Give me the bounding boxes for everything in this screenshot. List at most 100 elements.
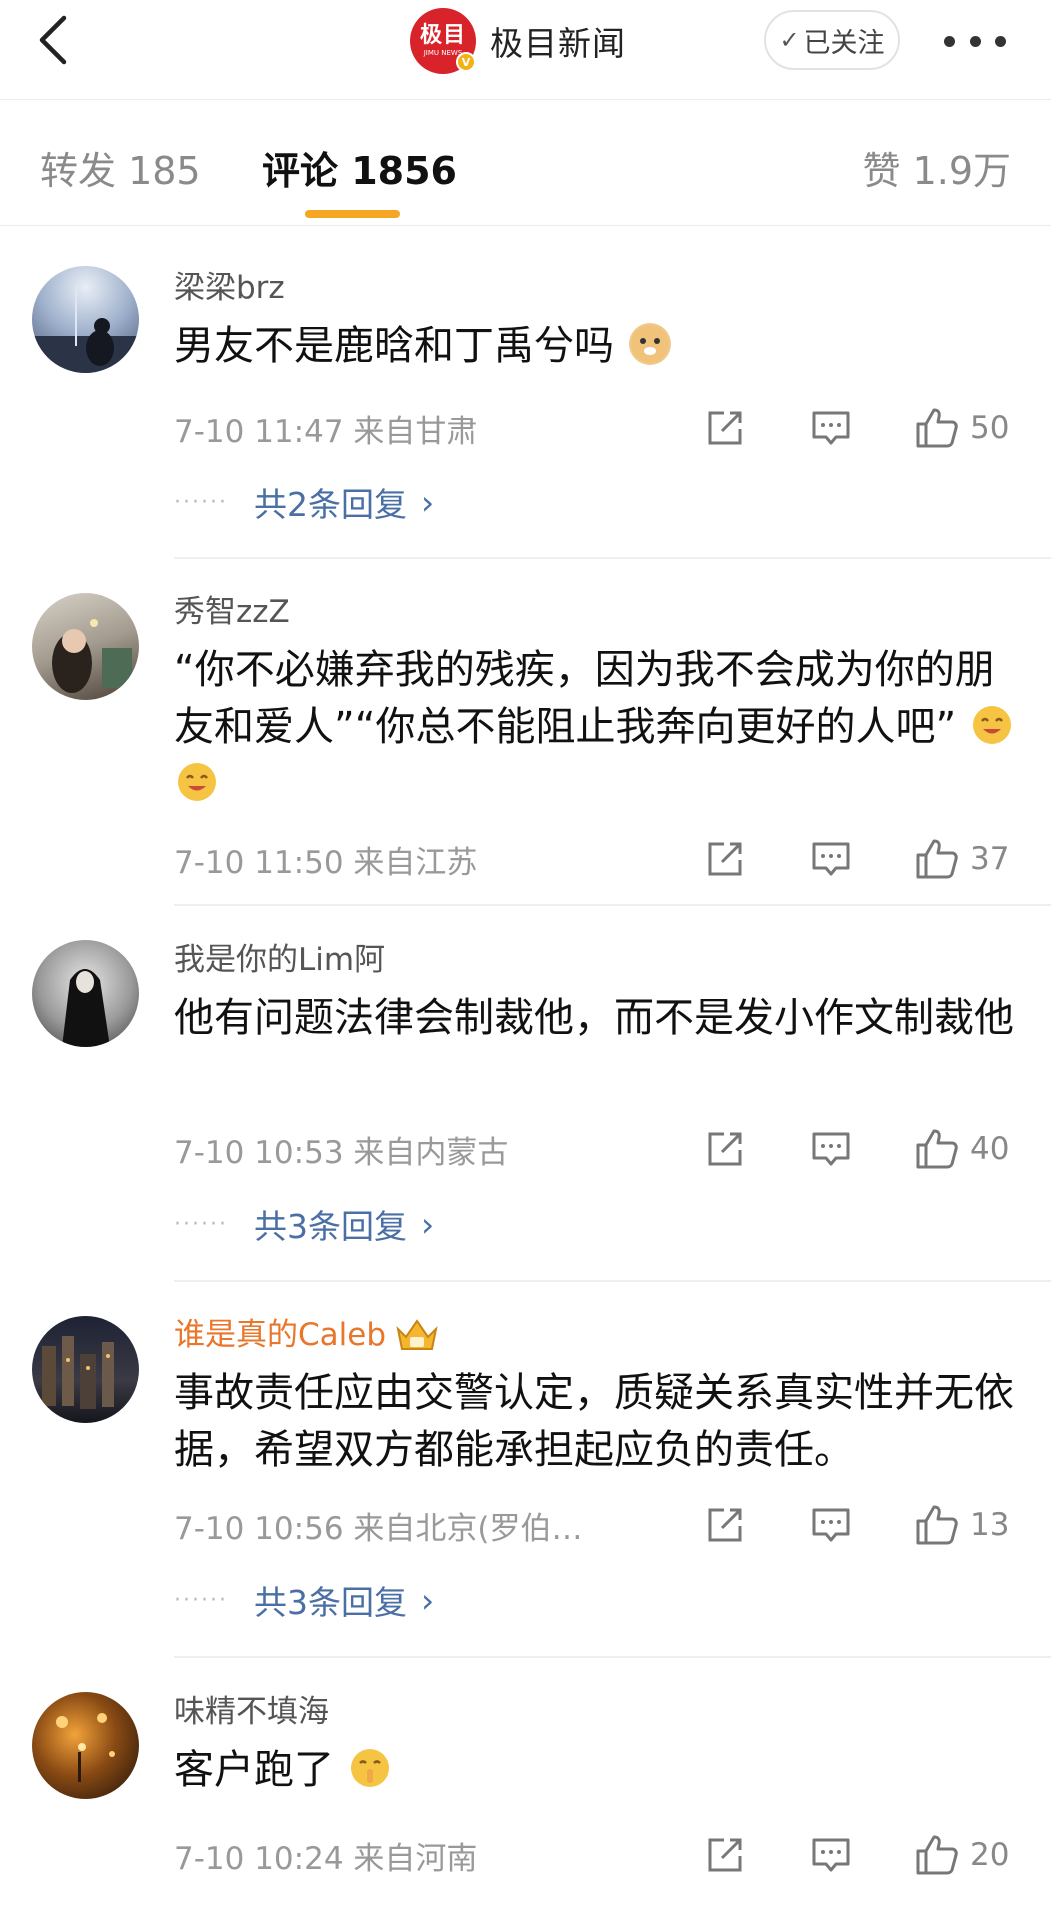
divider	[174, 904, 1051, 906]
avatar-image	[52, 619, 132, 693]
like-button[interactable]: 13	[914, 1504, 1009, 1546]
share-icon	[708, 411, 742, 445]
share-button[interactable]	[704, 407, 746, 449]
check-icon: ✓	[779, 26, 800, 54]
chevron-right-icon: ›	[420, 1204, 435, 1244]
comment-body: “你不必嫌弃我的残疾，因为我不会成为你的朋友和爱人”“你总不能阻止我奔向更好的人…	[174, 647, 995, 750]
comment-time: 7-10 10:53 来自内蒙古	[174, 1134, 509, 1171]
like-count: 20	[970, 1837, 1010, 1873]
account-name: 极目新闻	[490, 24, 626, 63]
share-button[interactable]	[704, 1128, 746, 1170]
comment-meta	[174, 327, 1051, 377]
username[interactable]: 梁梁brz	[174, 268, 1031, 308]
reply-button[interactable]	[810, 838, 852, 880]
username[interactable]: 谁是真的Caleb	[174, 1315, 1031, 1355]
avatar[interactable]	[32, 266, 139, 373]
tab-bar: 转发 185 评论 1856 赞 1.9万	[0, 100, 1051, 226]
like-button[interactable]: 20	[914, 1834, 1009, 1876]
comment-body: 客户跑了	[174, 1747, 334, 1793]
chevron-left-icon	[39, 15, 67, 65]
share-button[interactable]	[704, 1834, 746, 1876]
like-button[interactable]: 40	[914, 1128, 1009, 1170]
reply-dots: ······	[174, 1211, 228, 1237]
view-replies-link[interactable]: ······ 共3条回复 ›	[174, 1200, 434, 1248]
comment-meta: 7-10 10:24 来自河南 20	[174, 1830, 1051, 1880]
avatar-image	[42, 1336, 114, 1409]
more-dot	[944, 35, 955, 47]
back-button[interactable]	[30, 14, 82, 66]
avatar-image	[62, 969, 110, 1047]
avatar[interactable]	[32, 593, 139, 700]
avatar[interactable]	[32, 1316, 139, 1423]
replies-label: 共3条回复	[253, 1207, 407, 1246]
tab-like[interactable]: 赞 1.9万	[862, 140, 1011, 195]
shush-emoji	[349, 1747, 391, 1789]
more-button[interactable]	[940, 26, 1010, 56]
share-icon	[708, 1132, 742, 1166]
divider	[174, 1280, 1051, 1282]
top-bar: 极目 JIMU NEWS V 极目新闻 ✓ 已关注	[0, 0, 1051, 100]
thumbs-up-icon	[916, 408, 958, 448]
share-icon	[708, 842, 742, 876]
like-count: 40	[970, 1131, 1010, 1167]
verified-badge-icon: V	[456, 52, 476, 72]
comment-meta: 7-10 11:50 来自江苏 37	[174, 834, 1051, 884]
avatar[interactable]	[32, 940, 139, 1047]
replies-label: 共3条回复	[253, 1583, 407, 1622]
brand-logo: 极目 JIMU NEWS V	[410, 8, 476, 74]
comment-icon	[812, 1508, 850, 1542]
comment-icon	[812, 1838, 850, 1872]
avatar[interactable]	[32, 1692, 139, 1799]
view-replies-link[interactable]: ······ 共3条回复 ›	[174, 1576, 434, 1624]
like-button[interactable]: 50	[914, 407, 1009, 449]
comment-time: 7-10 10:56 来自北京(罗伯…	[174, 1510, 583, 1547]
like-count: 13	[970, 1507, 1010, 1543]
reply-button[interactable]	[810, 1834, 852, 1876]
comment-time: 7-10 11:50 来自江苏	[174, 844, 478, 881]
comment-icon	[812, 411, 850, 445]
chevron-right-icon: ›	[420, 482, 435, 522]
comment-text: 他有问题法律会制裁他，而不是发小作文制裁他	[174, 995, 1014, 1041]
more-dot	[969, 35, 981, 47]
username-text: 谁是真的Caleb	[174, 1317, 387, 1353]
account-brand[interactable]: 极目 JIMU NEWS V 极目新闻	[410, 8, 626, 74]
comment-icon	[812, 842, 850, 876]
thumbs-up-icon	[916, 1129, 958, 1169]
username[interactable]: 秀智zzZ	[174, 592, 1031, 632]
comment-meta: 7-10 10:56 来自北京(罗伯… 13	[174, 1500, 1051, 1550]
avatar-image	[32, 286, 139, 373]
tab-comment[interactable]: 评论 1856	[262, 140, 457, 195]
smile-emoji	[971, 704, 1013, 746]
comment-icon	[812, 1132, 850, 1166]
share-button[interactable]	[704, 1504, 746, 1546]
reply-button[interactable]	[810, 407, 852, 449]
follow-label: 已关注	[803, 27, 885, 59]
avatar-image	[56, 1713, 115, 1782]
reply-dots: ······	[174, 489, 228, 515]
username[interactable]: 味精不填海	[174, 1692, 1031, 1732]
share-icon	[708, 1508, 742, 1542]
follow-button[interactable]: ✓ 已关注	[764, 10, 900, 70]
like-count: 50	[970, 410, 1010, 446]
tab-forward[interactable]: 转发 185	[40, 140, 201, 195]
more-dot	[995, 35, 1006, 47]
share-icon	[708, 1838, 742, 1872]
username[interactable]: 我是你的Lim阿	[174, 940, 1031, 980]
view-replies-link[interactable]: ······ 共2条回复 ›	[174, 478, 434, 526]
brand-logo-text: 极目	[419, 22, 466, 48]
like-count: 37	[970, 841, 1010, 877]
comment-text: “你不必嫌弃我的残疾，因为我不会成为你的朋友和爱人”“你总不能阻止我奔向更好的人…	[174, 642, 1031, 813]
share-button[interactable]	[704, 838, 746, 880]
crown-icon	[396, 1319, 438, 1350]
divider	[174, 1656, 1051, 1658]
comment-time: 7-10 11:47 来自甘肃	[174, 413, 478, 450]
reply-button[interactable]	[810, 1128, 852, 1170]
reply-dots: ······	[174, 1587, 228, 1613]
comment-time: 7-10 10:24 来自河南	[174, 1840, 478, 1877]
reply-button[interactable]	[810, 1504, 852, 1546]
comment-text: 事故责任应由交警认定，质疑关系真实性并无依据，希望双方都能承担起应负的责任。	[174, 1370, 1014, 1473]
thumbs-up-icon	[916, 839, 958, 879]
divider	[174, 557, 1051, 559]
comment-text: 客户跑了	[174, 1742, 1031, 1799]
like-button[interactable]: 37	[914, 838, 1009, 880]
